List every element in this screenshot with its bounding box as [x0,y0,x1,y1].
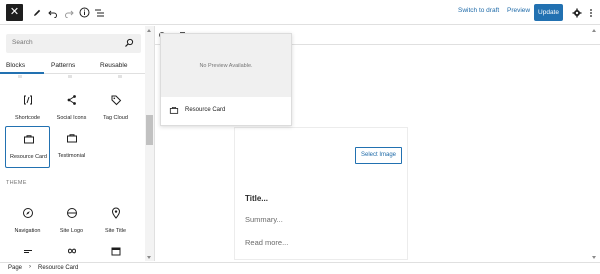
tab-blocks[interactable]: Blocks [6,62,25,69]
block-site-logo[interactable]: Site Logo [49,201,94,243]
select-image-button[interactable]: Select Image [355,147,402,164]
shortcode-icon [5,94,50,106]
block-inserter-panel: Search Blocks Patterns Reusable Shortcod… [0,26,155,261]
share-icon [49,94,94,106]
scroll-up-arrow-icon[interactable] [147,29,151,32]
scroll-down-arrow-icon[interactable] [147,256,151,259]
site-logo-icon [49,207,94,219]
block-resource-card[interactable]: Resource Card [5,126,50,168]
block-label: Navigation [14,228,41,234]
breadcrumb-page[interactable]: Page [8,265,22,271]
tab-patterns[interactable]: Patterns [51,62,75,69]
search-icon [125,38,134,47]
inserter-tabs: Blocks Patterns Reusable [0,59,145,74]
block-label: Tag Cloud [103,115,128,121]
block-search-input[interactable]: Search [6,34,141,53]
block-testimonial[interactable]: Testimonial [49,126,94,168]
tag-icon [93,94,138,106]
card-icon [49,132,94,144]
compass-icon [5,207,50,219]
block-label: Testimonial [57,153,86,159]
tab-reusable[interactable]: Reusable [100,62,127,69]
card-read-more-field[interactable]: Read more... [245,238,288,247]
theme-section-heading: THEME [6,180,27,186]
block-label: Resource Card [10,154,47,160]
block-label: Site Logo [59,228,84,234]
grid-icon [93,245,138,257]
more-options-icon[interactable] [584,4,598,21]
preview-block-name: Resource Card [185,107,226,113]
map-pin-icon [93,207,138,219]
editor-canvas: No Preview Available. Resource Card Sele… [155,26,600,261]
scrolled-row-remnant [8,75,136,78]
card-icon [169,107,179,114]
card-title-field[interactable]: Title... [245,194,268,203]
block-shortcode[interactable]: Shortcode [5,88,50,130]
card-icon [6,133,51,145]
breadcrumb-resource-card[interactable]: Resource Card [38,265,78,271]
block-label: Site Title [104,228,127,234]
switch-to-draft-button[interactable]: Switch to draft [458,7,499,14]
card-summary-field[interactable]: Summary... [245,215,283,224]
block-partial[interactable] [93,239,138,261]
block-tag-cloud[interactable]: Tag Cloud [93,88,138,130]
details-info-icon[interactable] [77,4,91,21]
edit-pencil-icon[interactable] [30,4,44,21]
search-placeholder: Search [12,39,33,46]
close-editor-button[interactable]: ✕ [6,4,23,21]
block-preview-area: No Preview Available. [161,34,291,97]
redo-icon[interactable] [62,4,76,21]
block-social-icons[interactable]: Social Icons [49,88,94,130]
loop-icon [49,245,94,257]
undo-icon[interactable] [46,4,60,21]
block-label: Social Icons [56,115,87,121]
paragraph-lines-icon [5,245,50,257]
list-view-icon[interactable] [92,4,106,21]
breadcrumb-separator: › [29,264,31,270]
no-preview-message: No Preview Available. [199,63,253,69]
active-tab-indicator [0,72,44,74]
block-breadcrumb: Page › Resource Card [0,262,600,274]
editor-top-toolbar: ✕ Switch to draft Preview Update [0,0,600,25]
settings-gear-icon[interactable] [570,4,584,21]
block-preview-popover: No Preview Available. Resource Card [160,33,292,126]
preview-button[interactable]: Preview [507,7,530,14]
block-label: Shortcode [14,115,41,121]
inserter-scrollbar-thumb[interactable] [146,115,153,145]
block-site-title[interactable]: Site Title [93,201,138,243]
resource-card-block[interactable]: Select Image Title... Summary... Read mo… [234,127,408,260]
update-button[interactable]: Update [534,4,563,21]
canvas-scroll-up-arrow-icon[interactable] [592,29,596,32]
canvas-scroll-down-arrow-icon[interactable] [592,256,596,259]
block-partial[interactable] [5,239,50,261]
block-partial[interactable] [49,239,94,261]
block-navigation[interactable]: Navigation [5,201,50,243]
